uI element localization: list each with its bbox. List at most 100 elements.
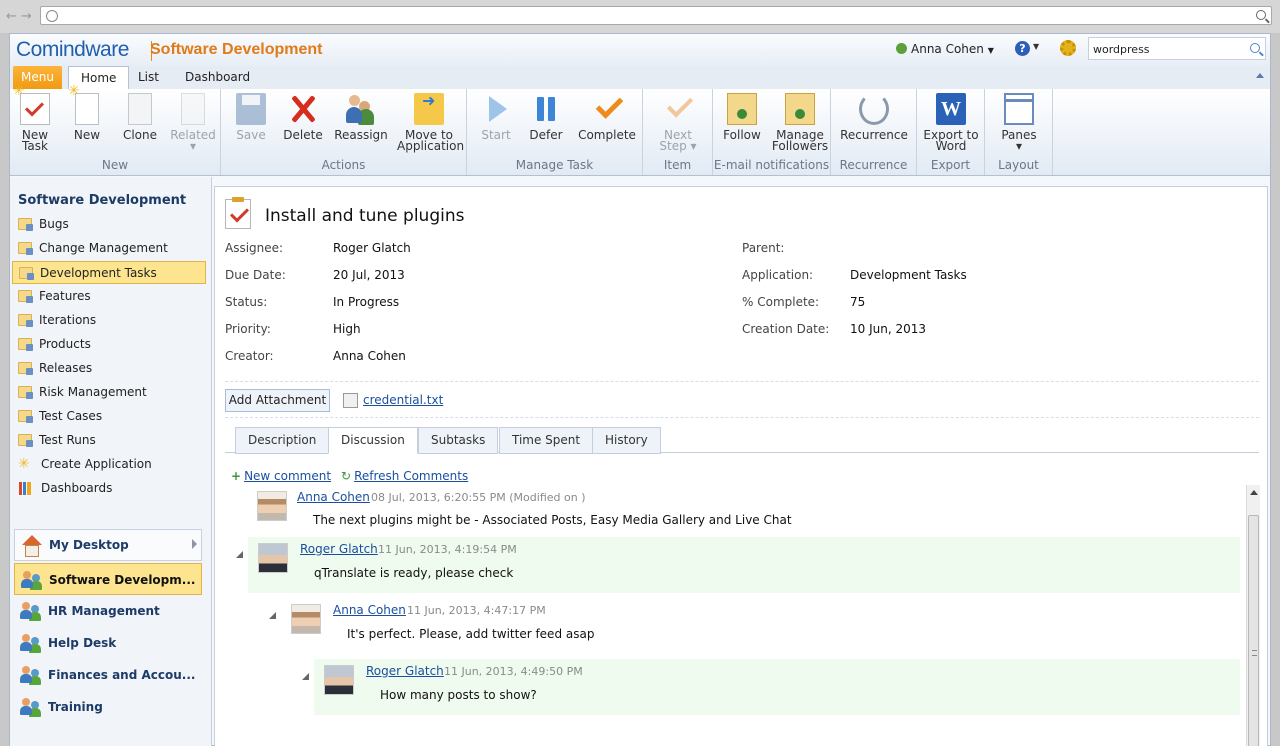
field-label: Priority:	[225, 322, 271, 336]
sidebar-item-test-cases[interactable]: Test Cases	[12, 405, 206, 428]
comments-scrollbar[interactable]	[1246, 485, 1260, 746]
sidebar-item-development-tasks[interactable]: Development Tasks	[12, 261, 206, 284]
sidebar-item-bugs[interactable]: Bugs	[12, 213, 206, 236]
panes-button[interactable]: Panes ▾	[995, 93, 1043, 152]
scroll-up-icon[interactable]	[1250, 490, 1258, 495]
defer-button[interactable]: Defer	[525, 93, 567, 141]
sidebar-item-dashboards[interactable]: Dashboards	[12, 477, 206, 500]
bar-chart-icon	[19, 482, 31, 495]
sidebar-item-features[interactable]: Features	[12, 285, 206, 308]
help-icon[interactable]: ?	[1015, 41, 1030, 56]
new-comment-link[interactable]: + New comment	[231, 469, 331, 483]
add-attachment-button[interactable]: Add Attachment	[225, 389, 330, 412]
detail-tabs: Description Discussion Subtasks Time Spe…	[225, 425, 1259, 454]
reassign-icon	[346, 93, 376, 125]
search-input[interactable]: wordpress	[1088, 37, 1266, 60]
tab-history[interactable]: History	[592, 427, 661, 454]
refresh-icon: ↻	[341, 469, 352, 483]
my-desktop-button[interactable]: My Desktop	[14, 529, 202, 561]
group-layout: Panes ▾ Layout	[985, 89, 1053, 175]
tab-discussion[interactable]: Discussion	[328, 427, 418, 454]
attachment-link[interactable]: credential.txt	[363, 393, 443, 407]
back-forward-icons[interactable]: ←→	[6, 9, 36, 24]
avatar	[291, 604, 321, 634]
user-menu[interactable]: Anna Cohen ▼	[896, 42, 994, 56]
tab-subtasks[interactable]: Subtasks	[418, 427, 499, 454]
next-step-button[interactable]: Next Step ▾	[655, 93, 701, 152]
recurrence-icon	[859, 93, 889, 125]
save-button[interactable]: Save	[231, 93, 271, 141]
new-task-button[interactable]: New Task	[13, 86, 54, 152]
reassign-button[interactable]: Reassign	[333, 93, 389, 141]
word-icon: W	[936, 93, 966, 125]
start-button[interactable]: Start	[475, 93, 517, 141]
percent-complete-value: 75	[850, 295, 866, 309]
comment-author[interactable]: Roger Glatch	[300, 542, 378, 556]
search-icon[interactable]	[1250, 43, 1260, 53]
scroll-thumb[interactable]	[1248, 515, 1259, 746]
collapse-ribbon-icon[interactable]	[1256, 73, 1264, 78]
comment-timestamp: 11 Jun, 2013, 4:19:54 PM	[378, 543, 517, 556]
address-bar[interactable]	[40, 6, 1272, 25]
sidebar-item-releases[interactable]: Releases	[12, 357, 206, 380]
avatar	[324, 665, 354, 695]
search-icon[interactable]	[1256, 10, 1266, 20]
move-to-application-button[interactable]: Move to Application	[397, 93, 464, 152]
sidebar-item-iterations[interactable]: Iterations	[12, 309, 206, 332]
export-to-word-button[interactable]: W Export to Word	[921, 93, 981, 152]
field-label: Parent:	[742, 241, 785, 255]
group-label: Item	[663, 158, 692, 172]
complete-button[interactable]: Complete	[575, 93, 639, 141]
comment-author[interactable]: Anna Cohen	[333, 603, 406, 617]
comment-author[interactable]: Anna Cohen	[297, 490, 370, 504]
workspace-hr-management[interactable]: HR Management	[14, 595, 202, 627]
folder-icon	[18, 218, 33, 231]
expand-arrow-icon[interactable]	[192, 539, 197, 549]
group-new: New Task New Clone Related▾ New	[10, 86, 221, 175]
workspace-training[interactable]: Training	[14, 691, 202, 723]
gear-icon[interactable]	[1060, 40, 1076, 56]
tab-description[interactable]: Description	[235, 427, 330, 454]
pause-icon	[531, 93, 561, 125]
comment-text: How many posts to show?	[380, 688, 537, 702]
comment-timestamp: 11 Jun, 2013, 4:47:17 PM	[407, 604, 546, 617]
recurrence-button[interactable]: Recurrence	[837, 93, 911, 141]
tab-time-spent[interactable]: Time Spent	[499, 427, 594, 454]
next-step-icon	[663, 93, 693, 125]
delete-button[interactable]: Delete	[281, 93, 325, 141]
move-icon	[414, 93, 444, 125]
page-title: Install and tune plugins	[265, 206, 465, 226]
folder-icon	[18, 434, 33, 447]
follow-button[interactable]: Follow	[717, 93, 767, 141]
collapse-triangle-icon[interactable]	[269, 612, 276, 619]
workspace-help-desk[interactable]: Help Desk	[14, 627, 202, 659]
manage-followers-button[interactable]: Manage Followers	[771, 93, 829, 152]
assignee-value: Roger Glatch	[333, 241, 411, 255]
comment-timestamp: 08 Jul, 2013, 6:20:55 PM (Modified on )	[371, 491, 586, 504]
workspace-finances[interactable]: Finances and Accou...	[14, 659, 202, 691]
sidebar-title: Software Development	[18, 193, 187, 208]
task-icon	[225, 197, 251, 229]
comment: Roger Glatch 11 Jun, 2013, 4:49:50 PM Ho…	[302, 659, 1240, 715]
group-email: Follow Manage Followers E-mail notificat…	[713, 89, 831, 175]
sidebar-item-products[interactable]: Products	[12, 333, 206, 356]
menu-bar: Menu Home List Dashboard	[10, 66, 1270, 89]
save-icon	[236, 93, 266, 125]
clone-button[interactable]: Clone	[118, 93, 162, 141]
workspace-software-development[interactable]: Software Developm...	[14, 563, 202, 595]
new-button[interactable]: New	[68, 86, 106, 141]
priority-value: High	[333, 322, 361, 336]
tab-dashboard[interactable]: Dashboard	[173, 66, 262, 89]
sidebar-item-test-runs[interactable]: Test Runs	[12, 429, 206, 452]
collapse-triangle-icon[interactable]	[302, 673, 309, 680]
chevron-down-icon[interactable]: ▼	[1033, 42, 1039, 51]
sidebar-item-change-management[interactable]: Change Management	[12, 237, 206, 260]
sidebar-item-risk-management[interactable]: Risk Management	[12, 381, 206, 404]
comment: Roger Glatch 11 Jun, 2013, 4:19:54 PM qT…	[236, 537, 1240, 593]
refresh-comments-link[interactable]: ↻ Refresh Comments	[341, 469, 468, 483]
collapse-triangle-icon[interactable]	[236, 551, 243, 558]
comment-author[interactable]: Roger Glatch	[366, 664, 444, 678]
sidebar-item-create-application[interactable]: ✳ Create Application	[12, 453, 206, 476]
tab-list[interactable]: List	[126, 66, 171, 89]
related-button[interactable]: Related ▾	[170, 93, 216, 152]
